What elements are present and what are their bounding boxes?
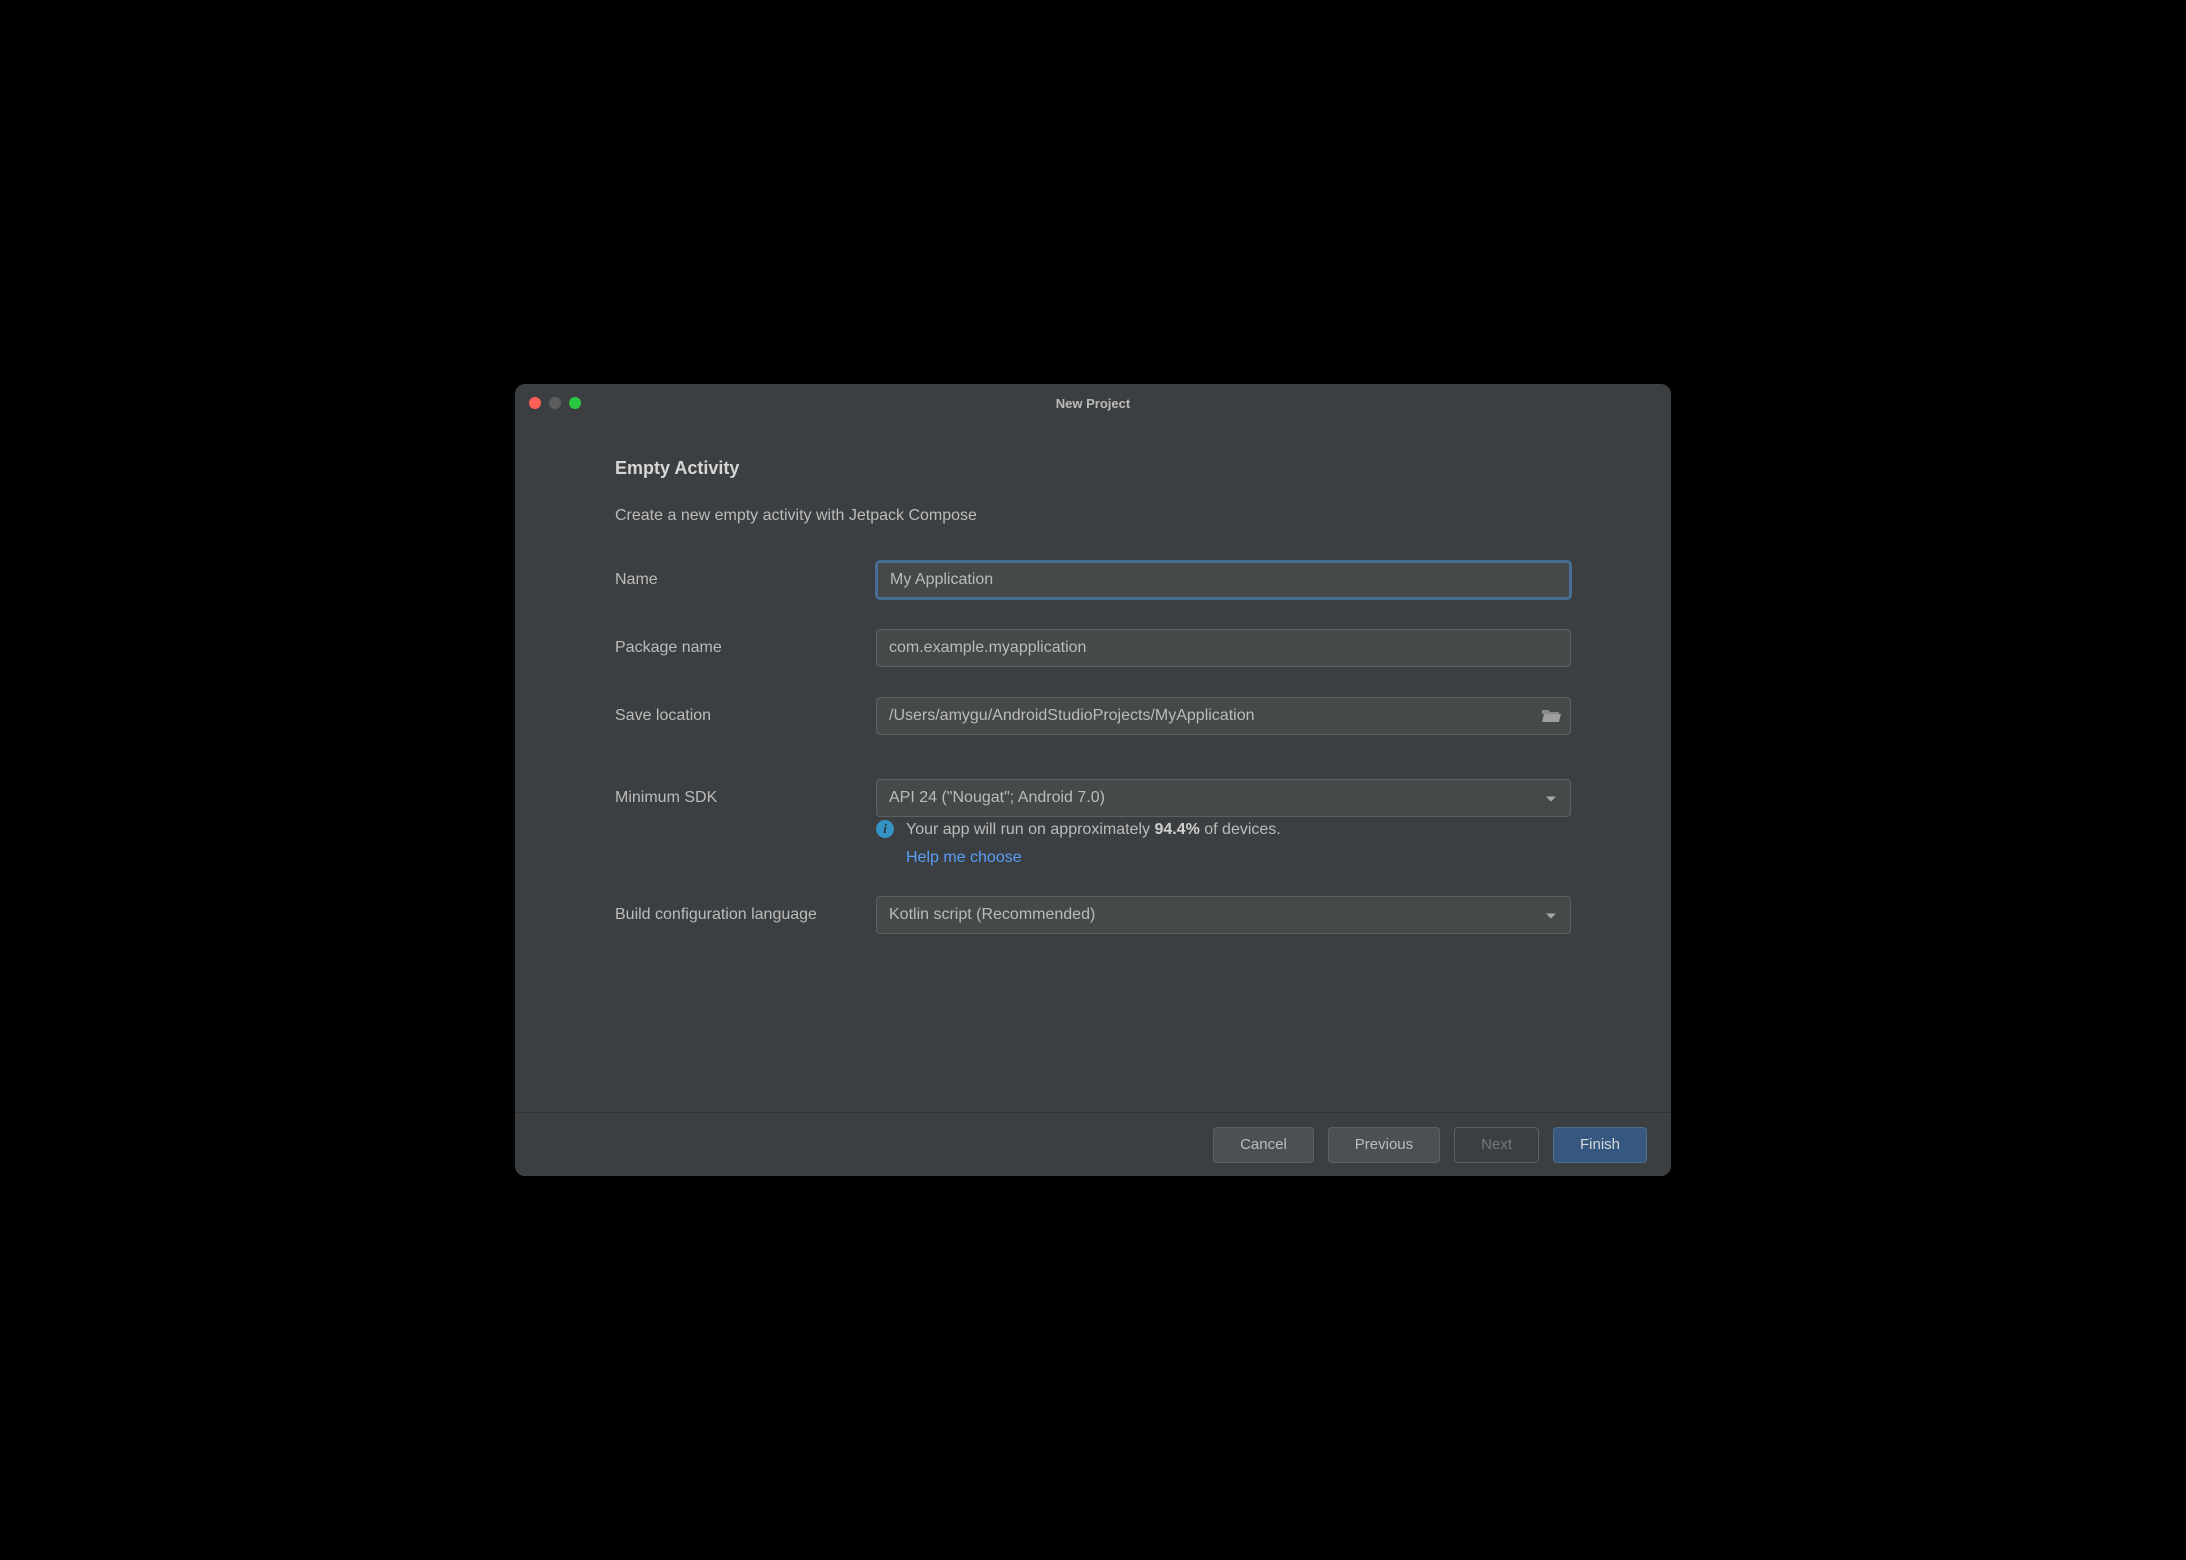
folder-open-icon[interactable] bbox=[1541, 708, 1561, 724]
next-button: Next bbox=[1454, 1127, 1539, 1163]
close-window-button[interactable] bbox=[529, 397, 541, 409]
finish-button[interactable]: Finish bbox=[1553, 1127, 1647, 1163]
maximize-window-button[interactable] bbox=[569, 397, 581, 409]
min-sdk-label: Minimum SDK bbox=[615, 789, 876, 807]
location-row: Save location bbox=[615, 697, 1571, 735]
page-heading: Empty Activity bbox=[615, 458, 1571, 479]
new-project-dialog: New Project Empty Activity Create a new … bbox=[515, 384, 1671, 1176]
info-icon: i bbox=[876, 820, 894, 838]
name-input[interactable] bbox=[876, 561, 1571, 599]
package-input[interactable] bbox=[876, 629, 1571, 667]
window-title: New Project bbox=[1056, 396, 1130, 411]
sdk-info-prefix: Your app will run on approximately bbox=[906, 821, 1154, 838]
help-me-choose-link[interactable]: Help me choose bbox=[906, 845, 1281, 871]
build-lang-row: Build configuration language Kotlin scri… bbox=[615, 896, 1571, 934]
cancel-button[interactable]: Cancel bbox=[1213, 1127, 1314, 1163]
dialog-content: Empty Activity Create a new empty activi… bbox=[515, 422, 1671, 1112]
sdk-info-suffix: of devices. bbox=[1200, 821, 1281, 838]
titlebar: New Project bbox=[515, 384, 1671, 422]
sdk-info-text: Your app will run on approximately 94.4%… bbox=[906, 817, 1281, 870]
minimize-window-button[interactable] bbox=[549, 397, 561, 409]
page-subheading: Create a new empty activity with Jetpack… bbox=[615, 507, 1571, 525]
build-lang-select[interactable]: Kotlin script (Recommended) bbox=[876, 896, 1571, 934]
location-label: Save location bbox=[615, 707, 876, 725]
name-row: Name bbox=[615, 561, 1571, 599]
build-lang-value: Kotlin script (Recommended) bbox=[889, 906, 1095, 924]
package-row: Package name bbox=[615, 629, 1571, 667]
build-lang-label: Build configuration language bbox=[615, 906, 876, 924]
min-sdk-select[interactable]: API 24 ("Nougat"; Android 7.0) bbox=[876, 779, 1571, 817]
traffic-lights bbox=[529, 397, 581, 409]
min-sdk-value: API 24 ("Nougat"; Android 7.0) bbox=[889, 789, 1105, 807]
sdk-info-percent: 94.4% bbox=[1154, 821, 1199, 838]
package-label: Package name bbox=[615, 639, 876, 657]
location-input[interactable] bbox=[876, 697, 1571, 735]
previous-button[interactable]: Previous bbox=[1328, 1127, 1440, 1163]
name-label: Name bbox=[615, 571, 876, 589]
sdk-info-row: i Your app will run on approximately 94.… bbox=[615, 817, 1571, 870]
dialog-footer: Cancel Previous Next Finish bbox=[515, 1112, 1671, 1176]
min-sdk-row: Minimum SDK API 24 ("Nougat"; Android 7.… bbox=[615, 779, 1571, 817]
